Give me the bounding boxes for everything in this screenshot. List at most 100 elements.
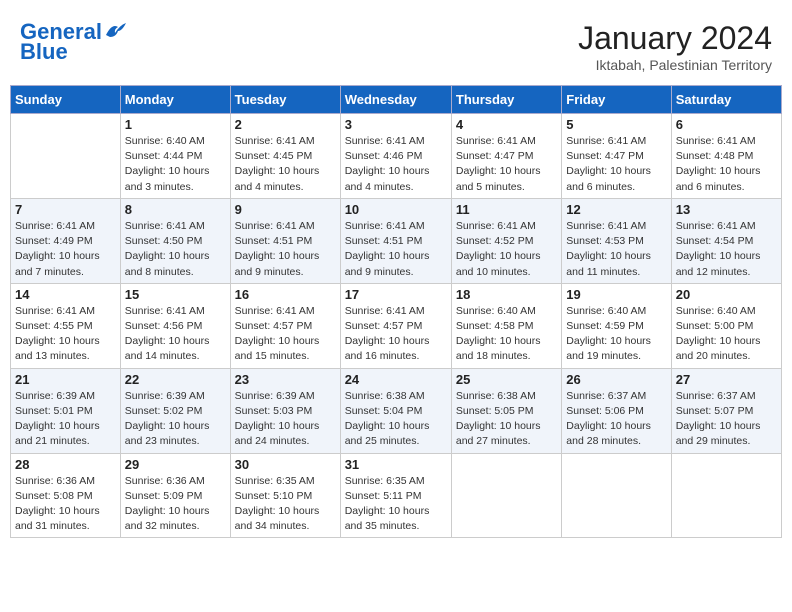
calendar-cell	[11, 114, 121, 199]
day-number: 24	[345, 372, 447, 387]
day-number: 7	[15, 202, 116, 217]
day-info: Sunrise: 6:37 AMSunset: 5:06 PMDaylight:…	[566, 389, 666, 450]
day-info: Sunrise: 6:41 AMSunset: 4:51 PMDaylight:…	[345, 219, 447, 280]
calendar-cell: 27 Sunrise: 6:37 AMSunset: 5:07 PMDayligh…	[671, 368, 781, 453]
calendar-week-row: 28 Sunrise: 6:36 AMSunset: 5:08 PMDayligh…	[11, 453, 782, 538]
day-number: 23	[235, 372, 336, 387]
day-number: 31	[345, 457, 447, 472]
day-info: Sunrise: 6:41 AMSunset: 4:52 PMDaylight:…	[456, 219, 557, 280]
calendar-table: SundayMondayTuesdayWednesdayThursdayFrid…	[10, 85, 782, 538]
day-info: Sunrise: 6:41 AMSunset: 4:56 PMDaylight:…	[125, 304, 226, 365]
day-number: 11	[456, 202, 557, 217]
day-info: Sunrise: 6:36 AMSunset: 5:08 PMDaylight:…	[15, 474, 116, 535]
calendar-cell: 28 Sunrise: 6:36 AMSunset: 5:08 PMDayligh…	[11, 453, 121, 538]
weekday-header-monday: Monday	[120, 86, 230, 114]
day-info: Sunrise: 6:41 AMSunset: 4:57 PMDaylight:…	[235, 304, 336, 365]
day-info: Sunrise: 6:35 AMSunset: 5:11 PMDaylight:…	[345, 474, 447, 535]
calendar-cell: 13 Sunrise: 6:41 AMSunset: 4:54 PMDayligh…	[671, 198, 781, 283]
day-info: Sunrise: 6:40 AMSunset: 5:00 PMDaylight:…	[676, 304, 777, 365]
calendar-cell: 5 Sunrise: 6:41 AMSunset: 4:47 PMDaylight…	[562, 114, 671, 199]
day-number: 5	[566, 117, 666, 132]
day-info: Sunrise: 6:41 AMSunset: 4:46 PMDaylight:…	[345, 134, 447, 195]
day-number: 29	[125, 457, 226, 472]
calendar-cell: 21Sunrise: 6:39 AMSunset: 5:01 PMDayligh…	[11, 368, 121, 453]
day-info: Sunrise: 6:41 AMSunset: 4:57 PMDaylight:…	[345, 304, 447, 365]
calendar-cell: 22Sunrise: 6:39 AMSunset: 5:02 PMDayligh…	[120, 368, 230, 453]
calendar-cell: 18 Sunrise: 6:40 AMSunset: 4:58 PMDayligh…	[451, 283, 561, 368]
calendar-cell: 19 Sunrise: 6:40 AMSunset: 4:59 PMDayligh…	[562, 283, 671, 368]
calendar-cell: 10 Sunrise: 6:41 AMSunset: 4:51 PMDayligh…	[340, 198, 451, 283]
day-number: 2	[235, 117, 336, 132]
day-info: Sunrise: 6:39 AMSunset: 5:03 PMDaylight:…	[235, 389, 336, 450]
day-number: 30	[235, 457, 336, 472]
calendar-cell: 15 Sunrise: 6:41 AMSunset: 4:56 PMDayligh…	[120, 283, 230, 368]
day-number: 6	[676, 117, 777, 132]
calendar-cell: 23 Sunrise: 6:39 AMSunset: 5:03 PMDayligh…	[230, 368, 340, 453]
calendar-cell: 2 Sunrise: 6:41 AMSunset: 4:45 PMDaylight…	[230, 114, 340, 199]
calendar-cell	[671, 453, 781, 538]
day-number: 28	[15, 457, 116, 472]
day-number: 12	[566, 202, 666, 217]
month-title: January 2024	[578, 20, 772, 57]
day-info: Sunrise: 6:35 AMSunset: 5:10 PMDaylight:…	[235, 474, 336, 535]
day-info: Sunrise: 6:40 AMSunset: 4:58 PMDaylight:…	[456, 304, 557, 365]
day-number: 13	[676, 202, 777, 217]
day-number: 1	[125, 117, 226, 132]
calendar-cell: 25 Sunrise: 6:38 AMSunset: 5:05 PMDayligh…	[451, 368, 561, 453]
day-number: 8	[125, 202, 226, 217]
day-info: Sunrise: 6:41 AMSunset: 4:50 PMDaylight:…	[125, 219, 226, 280]
calendar-cell: 7 Sunrise: 6:41 AMSunset: 4:49 PMDaylight…	[11, 198, 121, 283]
calendar-cell: 8 Sunrise: 6:41 AMSunset: 4:50 PMDaylight…	[120, 198, 230, 283]
calendar-cell	[451, 453, 561, 538]
day-info: Sunrise: 6:36 AMSunset: 5:09 PMDaylight:…	[125, 474, 226, 535]
day-info: Sunrise: 6:41 AMSunset: 4:49 PMDaylight:…	[15, 219, 116, 280]
calendar-cell: 17 Sunrise: 6:41 AMSunset: 4:57 PMDayligh…	[340, 283, 451, 368]
calendar-cell: 29 Sunrise: 6:36 AMSunset: 5:09 PMDayligh…	[120, 453, 230, 538]
title-block: January 2024 Iktabah, Palestinian Territ…	[578, 20, 772, 73]
calendar-cell: 4Sunrise: 6:41 AMSunset: 4:47 PMDaylight…	[451, 114, 561, 199]
day-info: Sunrise: 6:38 AMSunset: 5:04 PMDaylight:…	[345, 389, 447, 450]
logo-blue-text: Blue	[20, 40, 68, 64]
day-info: Sunrise: 6:39 AMSunset: 5:02 PMDaylight:…	[125, 389, 226, 450]
day-info: Sunrise: 6:41 AMSunset: 4:47 PMDaylight:…	[566, 134, 666, 195]
page-header: General Blue January 2024 Iktabah, Pales…	[10, 10, 782, 81]
day-number: 3	[345, 117, 447, 132]
calendar-week-row: 1 Sunrise: 6:40 AMSunset: 4:44 PMDaylight…	[11, 114, 782, 199]
day-info: Sunrise: 6:41 AMSunset: 4:51 PMDaylight:…	[235, 219, 336, 280]
day-number: 15	[125, 287, 226, 302]
day-number: 26	[566, 372, 666, 387]
day-number: 17	[345, 287, 447, 302]
calendar-week-row: 21Sunrise: 6:39 AMSunset: 5:01 PMDayligh…	[11, 368, 782, 453]
day-number: 19	[566, 287, 666, 302]
weekday-header-sunday: Sunday	[11, 86, 121, 114]
day-info: Sunrise: 6:38 AMSunset: 5:05 PMDaylight:…	[456, 389, 557, 450]
logo-bird-icon	[104, 21, 126, 39]
weekday-header-friday: Friday	[562, 86, 671, 114]
day-info: Sunrise: 6:41 AMSunset: 4:45 PMDaylight:…	[235, 134, 336, 195]
calendar-cell: 16 Sunrise: 6:41 AMSunset: 4:57 PMDayligh…	[230, 283, 340, 368]
calendar-cell: 9Sunrise: 6:41 AMSunset: 4:51 PMDaylight…	[230, 198, 340, 283]
calendar-week-row: 7 Sunrise: 6:41 AMSunset: 4:49 PMDaylight…	[11, 198, 782, 283]
day-info: Sunrise: 6:41 AMSunset: 4:54 PMDaylight:…	[676, 219, 777, 280]
calendar-cell: 1 Sunrise: 6:40 AMSunset: 4:44 PMDaylight…	[120, 114, 230, 199]
day-info: Sunrise: 6:40 AMSunset: 4:59 PMDaylight:…	[566, 304, 666, 365]
weekday-header-thursday: Thursday	[451, 86, 561, 114]
calendar-cell	[562, 453, 671, 538]
day-info: Sunrise: 6:41 AMSunset: 4:47 PMDaylight:…	[456, 134, 557, 195]
weekday-header-saturday: Saturday	[671, 86, 781, 114]
day-number: 20	[676, 287, 777, 302]
day-number: 16	[235, 287, 336, 302]
calendar-cell: 30 Sunrise: 6:35 AMSunset: 5:10 PMDayligh…	[230, 453, 340, 538]
location-text: Iktabah, Palestinian Territory	[578, 57, 772, 73]
day-number: 27	[676, 372, 777, 387]
day-info: Sunrise: 6:39 AMSunset: 5:01 PMDaylight:…	[15, 389, 116, 450]
day-number: 10	[345, 202, 447, 217]
weekday-header-wednesday: Wednesday	[340, 86, 451, 114]
day-info: Sunrise: 6:37 AMSunset: 5:07 PMDaylight:…	[676, 389, 777, 450]
weekday-header-tuesday: Tuesday	[230, 86, 340, 114]
day-info: Sunrise: 6:40 AMSunset: 4:44 PMDaylight:…	[125, 134, 226, 195]
day-number: 18	[456, 287, 557, 302]
day-number: 14	[15, 287, 116, 302]
day-number: 25	[456, 372, 557, 387]
calendar-cell: 11 Sunrise: 6:41 AMSunset: 4:52 PMDayligh…	[451, 198, 561, 283]
